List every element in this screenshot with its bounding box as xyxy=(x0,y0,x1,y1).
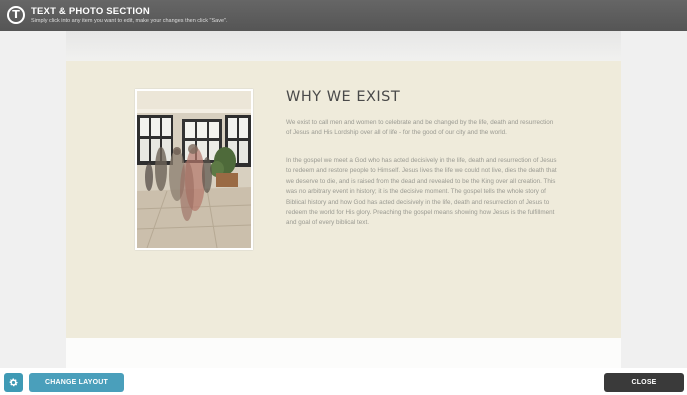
change-layout-button[interactable]: CHANGE LAYOUT xyxy=(29,373,124,392)
editor-logo-icon: T xyxy=(7,6,25,24)
close-button[interactable]: CLOSE xyxy=(604,373,684,392)
next-section-area xyxy=(66,338,621,368)
editor-header: T TEXT & PHOTO SECTION Simply click into… xyxy=(0,0,687,31)
lobby-photo-image xyxy=(137,91,251,248)
editor-footer: CHANGE LAYOUT CLOSE xyxy=(0,368,687,395)
section-heading[interactable]: WHY WE EXIST xyxy=(286,89,400,105)
gear-icon xyxy=(9,378,18,387)
section-paragraph-2[interactable]: In the gospel we meet a God who has acte… xyxy=(286,156,558,229)
section-photo[interactable] xyxy=(135,89,253,250)
editor-title: TEXT & PHOTO SECTION xyxy=(31,6,150,17)
section-paragraph-1[interactable]: We exist to call men and women to celebr… xyxy=(286,118,558,139)
preview-frame: WHY WE EXIST We exist to call men and wo… xyxy=(66,31,621,368)
section-top-fade xyxy=(66,31,621,61)
editor-instructions: Simply click into any item you want to e… xyxy=(31,18,228,24)
settings-button[interactable] xyxy=(4,373,23,392)
